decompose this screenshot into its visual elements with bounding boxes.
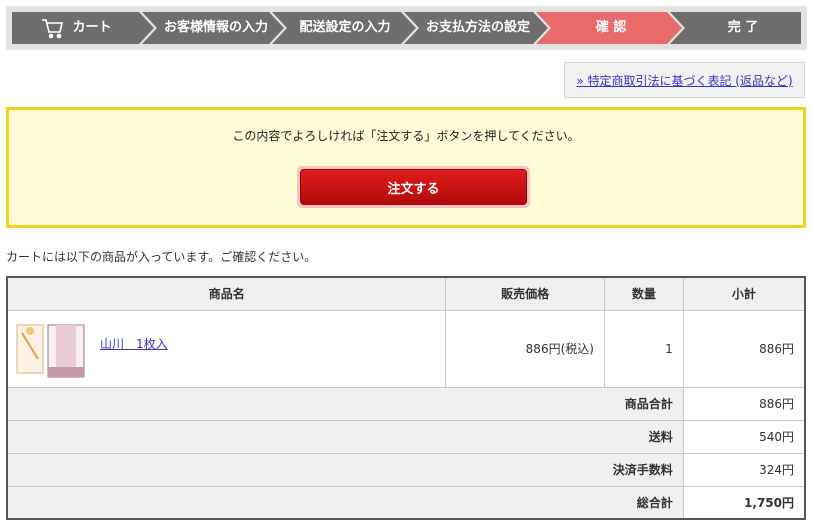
checkout-step-bar: カート お客様情報の入力 配送設定の入力 お支払方法の設定 確 認 完 了 xyxy=(6,6,807,50)
cart-intro-text: カートには以下の商品が入っています。ご確認ください。 xyxy=(6,250,317,264)
grand-total-label: 総合計 xyxy=(6,485,684,520)
shipping-label: 送料 xyxy=(6,419,684,454)
summary-row-shipping: 送料 540円 xyxy=(6,419,806,454)
payment-fee-value: 324円 xyxy=(682,452,806,487)
thumbnail-base xyxy=(48,366,84,377)
step-shipping: 配送設定の入力 xyxy=(299,20,391,35)
step-confirm: 確 認 xyxy=(595,20,627,35)
confirm-message: この内容でよろしければ「注文する」ボタンを押してください。 xyxy=(232,129,580,143)
shipping-value: 540円 xyxy=(682,419,806,454)
items-total-label: 商品合計 xyxy=(6,386,684,421)
legal-notice-box: » 特定商取引法に基づく表記 (返品など) xyxy=(564,62,805,98)
order-confirm-box: この内容でよろしければ「注文する」ボタンを押してください。 注文する xyxy=(6,107,806,228)
grand-total-value: 1,750円 xyxy=(682,485,806,520)
product-price: 886円(税込) xyxy=(445,309,605,388)
table-header-row: 商品名 販売価格 数量 小計 xyxy=(6,276,806,311)
product-thumbnail[interactable] xyxy=(14,319,88,379)
table-row: 山川 1枚入 886円(税込) 1 886円 xyxy=(6,309,806,388)
place-order-button[interactable]: 注文する xyxy=(300,169,527,205)
step-cart: カート xyxy=(72,20,112,35)
header-price: 販売価格 xyxy=(445,276,605,311)
legal-notice-link[interactable]: » 特定商取引法に基づく表記 (返品など) xyxy=(576,72,792,89)
product-subtotal: 886円 xyxy=(682,309,806,388)
summary-row-grand-total: 総合計 1,750円 xyxy=(6,485,806,520)
summary-row-items-total: 商品合計 886円 xyxy=(6,386,806,421)
header-product: 商品名 xyxy=(6,276,447,311)
payment-fee-label: 決済手数料 xyxy=(6,452,684,487)
product-name-link[interactable]: 山川 1枚入 xyxy=(100,335,168,352)
step-complete: 完 了 xyxy=(727,20,759,35)
step-customer-info: お客様情報の入力 xyxy=(163,20,268,35)
summary-row-fee: 決済手数料 324円 xyxy=(6,452,806,487)
header-qty: 数量 xyxy=(603,276,684,311)
step-payment: お支払方法の設定 xyxy=(425,20,530,35)
product-cell: 山川 1枚入 xyxy=(6,309,447,388)
order-button-frame: 注文する xyxy=(297,166,530,208)
cart-table: 商品名 販売価格 数量 小計 山川 1枚入 886円(税込) 1 886円 商品… xyxy=(6,276,806,520)
header-subtotal: 小計 xyxy=(682,276,806,311)
items-total-value: 886円 xyxy=(682,386,806,421)
product-qty: 1 xyxy=(603,309,684,388)
thumbnail-knot xyxy=(26,326,34,335)
